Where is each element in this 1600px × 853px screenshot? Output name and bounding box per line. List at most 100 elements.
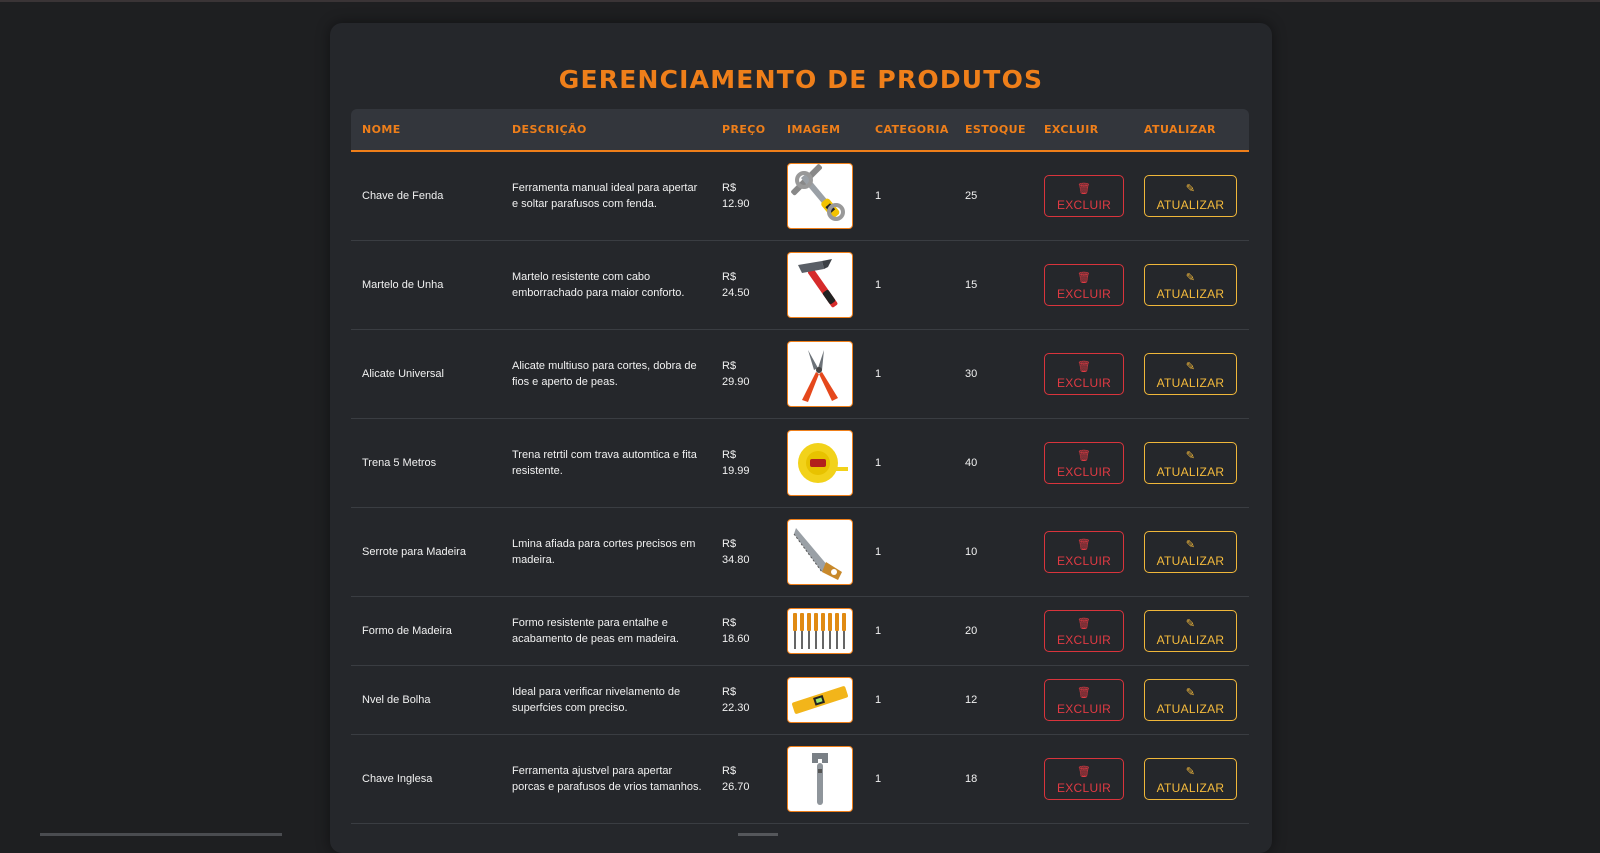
product-category: 1 bbox=[875, 546, 882, 558]
product-category: 1 bbox=[875, 625, 882, 637]
product-name: Nvel de Bolha bbox=[362, 694, 431, 706]
product-category: 1 bbox=[875, 694, 882, 706]
trash-icon: 🗑 bbox=[1076, 687, 1092, 699]
price-value: 12.90 bbox=[722, 198, 750, 210]
currency-label: R$ bbox=[722, 449, 737, 461]
trash-icon: 🗑 bbox=[1076, 183, 1092, 195]
currency-label: R$ bbox=[722, 686, 737, 698]
update-button[interactable]: ✎ ATUALIZAR bbox=[1144, 175, 1237, 217]
edit-icon: ✎ bbox=[1185, 450, 1196, 462]
table-row: Alicate Universal Alicate multiuso para … bbox=[351, 330, 1249, 419]
table-row: Serrote para Madeira Lmina afiada para c… bbox=[351, 508, 1249, 597]
delete-button[interactable]: 🗑 EXCLUIR bbox=[1044, 758, 1124, 800]
currency-label: R$ bbox=[722, 538, 737, 550]
product-category: 1 bbox=[875, 190, 882, 202]
header-imagem: IMAGEM bbox=[787, 123, 841, 136]
currency-label: R$ bbox=[722, 765, 737, 777]
delete-button[interactable]: 🗑 EXCLUIR bbox=[1044, 353, 1124, 395]
currency-label: R$ bbox=[722, 617, 737, 629]
trash-icon: 🗑 bbox=[1076, 539, 1092, 551]
update-button[interactable]: ✎ ATUALIZAR bbox=[1144, 531, 1237, 573]
price-value: 24.50 bbox=[722, 287, 750, 299]
table-row: Formo de Madeira Formo resistente para e… bbox=[351, 597, 1249, 666]
header-categoria: CATEGORIA bbox=[875, 123, 949, 136]
hammer-image bbox=[787, 252, 853, 318]
delete-button[interactable]: 🗑 EXCLUIR bbox=[1044, 175, 1124, 217]
table-header: NOME DESCRIÇÃO PREÇO IMAGEM CATEGORIA ES… bbox=[351, 109, 1249, 152]
product-description: Trena retrtil com trava automtica e fita… bbox=[512, 449, 697, 477]
delete-button[interactable]: 🗑 EXCLUIR bbox=[1044, 679, 1124, 721]
chisel-set-image bbox=[787, 608, 853, 654]
product-stock: 40 bbox=[965, 457, 978, 469]
product-description: Ideal para verificar nivelamento de supe… bbox=[512, 686, 681, 714]
price-value: 34.80 bbox=[722, 554, 750, 566]
edit-icon: ✎ bbox=[1185, 687, 1196, 699]
update-button[interactable]: ✎ ATUALIZAR bbox=[1144, 610, 1237, 652]
update-button[interactable]: ✎ ATUALIZAR bbox=[1144, 679, 1237, 721]
delete-button[interactable]: 🗑 EXCLUIR bbox=[1044, 442, 1124, 484]
table-row: Martelo de Unha Martelo resistente com c… bbox=[351, 241, 1249, 330]
screwdriver-wrench-image bbox=[787, 163, 853, 229]
product-name: Chave de Fenda bbox=[362, 190, 444, 202]
price-value: 29.90 bbox=[722, 376, 750, 388]
product-name: Martelo de Unha bbox=[362, 279, 444, 291]
header-descricao: DESCRIÇÃO bbox=[512, 123, 587, 136]
table-row: Chave de Fenda Ferramenta manual ideal p… bbox=[351, 152, 1249, 241]
product-name: Chave Inglesa bbox=[362, 773, 433, 785]
update-button[interactable]: ✎ ATUALIZAR bbox=[1144, 442, 1237, 484]
price-value: 22.30 bbox=[722, 702, 750, 714]
header-atualizar: ATUALIZAR bbox=[1144, 123, 1216, 136]
products-panel: GERENCIAMENTO DE PRODUTOS NOME DESCRIÇÃO… bbox=[330, 23, 1272, 853]
window-top-border bbox=[0, 0, 1600, 2]
product-stock: 10 bbox=[965, 546, 978, 558]
update-button[interactable]: ✎ ATUALIZAR bbox=[1144, 758, 1237, 800]
product-description: Formo resistente para entalhe e acabamen… bbox=[512, 617, 679, 645]
edit-icon: ✎ bbox=[1185, 618, 1196, 630]
product-stock: 20 bbox=[965, 625, 978, 637]
currency-label: R$ bbox=[722, 182, 737, 194]
product-description: Alicate multiuso para cortes, dobra de f… bbox=[512, 360, 697, 388]
product-description: Lmina afiada para cortes precisos em mad… bbox=[512, 538, 696, 566]
product-description: Ferramenta manual ideal para apertar e s… bbox=[512, 182, 698, 210]
currency-label: R$ bbox=[722, 360, 737, 372]
header-excluir: EXCLUIR bbox=[1044, 123, 1099, 136]
delete-button[interactable]: 🗑 EXCLUIR bbox=[1044, 531, 1124, 573]
product-price: R$ 12.90 bbox=[722, 180, 770, 212]
product-description: Martelo resistente com cabo emborrachado… bbox=[512, 271, 685, 299]
currency-label: R$ bbox=[722, 271, 737, 283]
product-price: R$ 29.90 bbox=[722, 358, 770, 390]
product-stock: 30 bbox=[965, 368, 978, 380]
product-price: R$ 18.60 bbox=[722, 615, 770, 647]
adjustable-wrench-image bbox=[787, 746, 853, 812]
delete-button[interactable]: 🗑 EXCLUIR bbox=[1044, 264, 1124, 306]
update-button[interactable]: ✎ ATUALIZAR bbox=[1144, 264, 1237, 306]
product-name: Serrote para Madeira bbox=[362, 546, 466, 558]
edit-icon: ✎ bbox=[1185, 183, 1196, 195]
product-name: Alicate Universal bbox=[362, 368, 444, 380]
trash-icon: 🗑 bbox=[1076, 450, 1092, 462]
pliers-image bbox=[787, 341, 853, 407]
trash-icon: 🗑 bbox=[1076, 361, 1092, 373]
table-row: Chave Inglesa Ferramenta ajustvel para a… bbox=[351, 735, 1249, 824]
header-preco: PREÇO bbox=[722, 123, 766, 136]
table-row: Nvel de Bolha Ideal para verificar nivel… bbox=[351, 666, 1249, 735]
products-table: NOME DESCRIÇÃO PREÇO IMAGEM CATEGORIA ES… bbox=[351, 109, 1249, 824]
product-price: R$ 26.70 bbox=[722, 763, 770, 795]
edit-icon: ✎ bbox=[1185, 272, 1196, 284]
product-price: R$ 19.99 bbox=[722, 447, 770, 479]
table-row: Trena 5 Metros Trena retrtil com trava a… bbox=[351, 419, 1249, 508]
update-button[interactable]: ✎ ATUALIZAR bbox=[1144, 353, 1237, 395]
price-value: 18.60 bbox=[722, 633, 750, 645]
trash-icon: 🗑 bbox=[1076, 272, 1092, 284]
delete-button[interactable]: 🗑 EXCLUIR bbox=[1044, 610, 1124, 652]
product-description: Ferramenta ajustvel para apertar porcas … bbox=[512, 765, 702, 793]
product-category: 1 bbox=[875, 457, 882, 469]
spirit-level-image bbox=[787, 677, 853, 723]
product-stock: 12 bbox=[965, 694, 978, 706]
product-price: R$ 24.50 bbox=[722, 269, 770, 301]
trash-icon: 🗑 bbox=[1076, 618, 1092, 630]
product-stock: 15 bbox=[965, 279, 978, 291]
tape-measure-image bbox=[787, 430, 853, 496]
edit-icon: ✎ bbox=[1185, 766, 1196, 778]
trash-icon: 🗑 bbox=[1076, 766, 1092, 778]
